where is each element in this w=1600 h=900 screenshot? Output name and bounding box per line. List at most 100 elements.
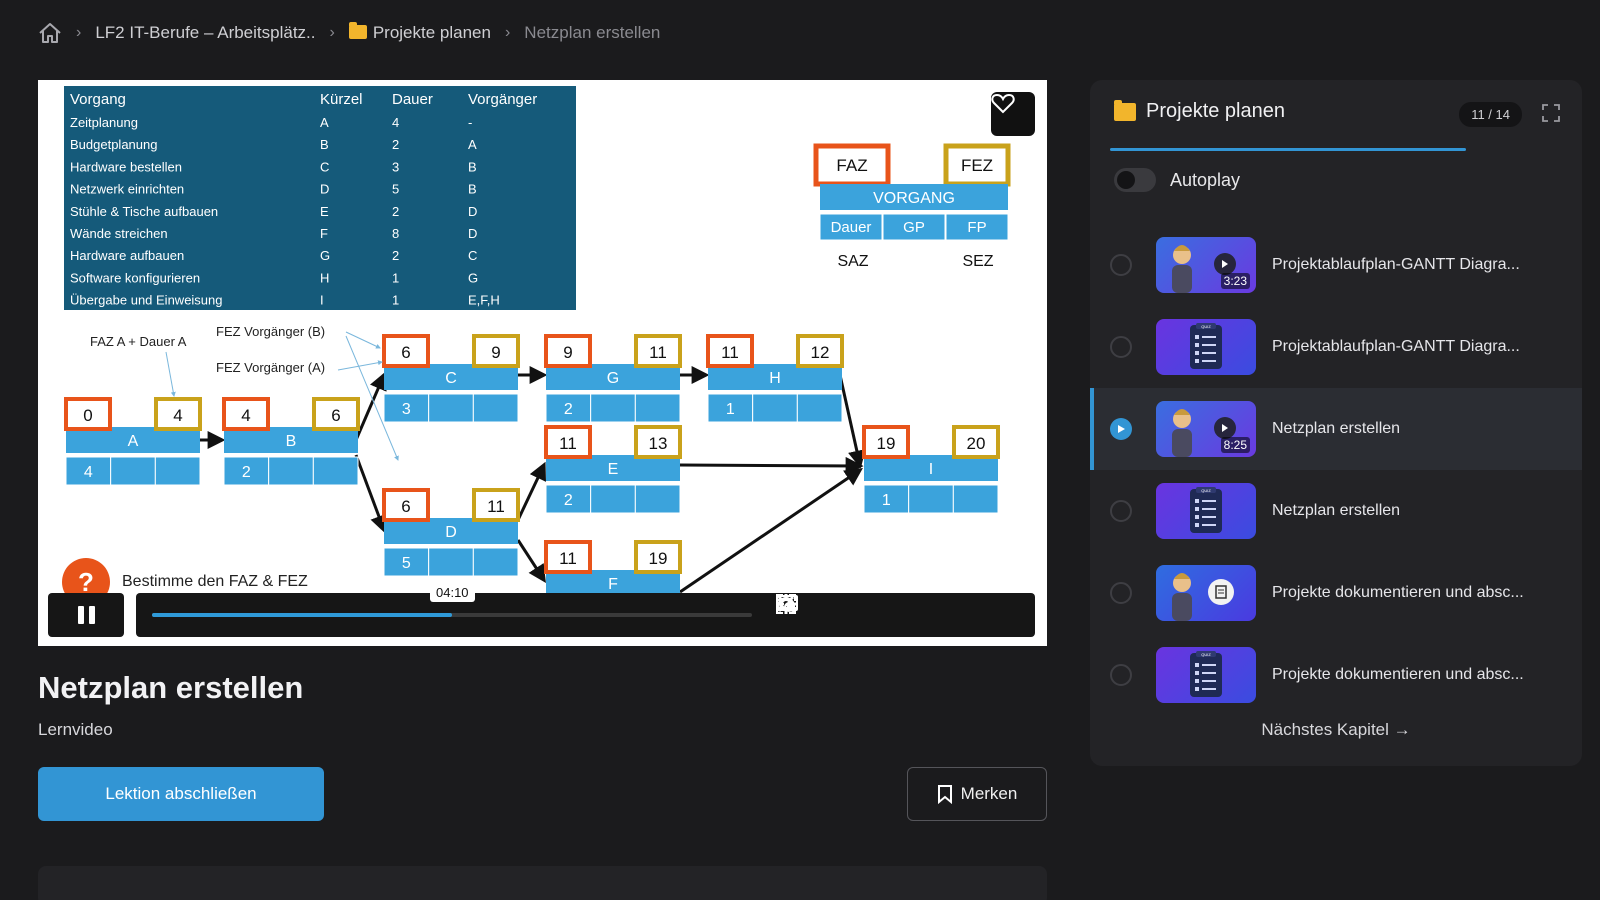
table-cell: D — [468, 204, 477, 219]
autoplay-toggle[interactable] — [1114, 168, 1156, 192]
seek-bar[interactable]: 04:10 — [152, 583, 752, 617]
node-H-fez: 12 — [811, 343, 830, 362]
quiz-thumbnail: QUIZ — [1156, 319, 1256, 375]
node-D-cell — [428, 547, 474, 577]
heart-icon — [991, 93, 1015, 114]
playback-speed-icon[interactable] — [777, 597, 911, 626]
table-cell: 1 — [392, 270, 399, 285]
node-E-dauer: 2 — [564, 492, 573, 509]
status-circle-icon — [1110, 582, 1132, 604]
video-thumbnail: 8:25 — [1156, 401, 1256, 457]
breadcrumb-chapter-label: Projekte planen — [372, 23, 491, 42]
lesson-title: Netzplan erstellen — [38, 670, 304, 705]
video-thumbnail: 3:23 — [1156, 237, 1256, 293]
current-play-icon — [1110, 418, 1132, 440]
lesson-item-label: Netzplan erstellen — [1272, 502, 1401, 519]
lesson-item[interactable]: 8:25 Netzplan erstellen — [1090, 388, 1582, 470]
complete-lesson-button[interactable]: Lektion abschließen — [38, 767, 324, 821]
picture-in-picture-icon[interactable] — [776, 595, 987, 626]
folder-icon — [348, 22, 367, 39]
edge-D-E — [516, 461, 546, 521]
breadcrumb-item-chapter[interactable]: Projekte planen — [348, 22, 491, 43]
pause-button[interactable] — [48, 593, 124, 637]
duration-badge: 8:25 — [1220, 437, 1250, 453]
table-cell: Netzwerk einrichten — [70, 182, 184, 197]
node-H-faz: 11 — [721, 343, 739, 362]
annotation-pointer — [165, 351, 176, 397]
home-icon[interactable] — [38, 22, 62, 44]
bookmark-button[interactable]: Merken — [907, 767, 1047, 821]
fullscreen-icon[interactable] — [776, 594, 1025, 626]
node-A-cell — [110, 456, 156, 486]
lesson-list: 3:23 Projektablaufplan-GANTT Diagra... QUI… — [1090, 224, 1582, 716]
captions-icon[interactable]: CC — [776, 595, 835, 626]
lesson-item[interactable]: QUIZ Projektablaufplan-GANTT Diagra... — [1090, 306, 1582, 388]
annotation-fez-b: FEZ Vorgänger (B) — [216, 324, 325, 339]
transcript-search-icon[interactable] — [778, 595, 949, 626]
table-cell: Hardware bestellen — [70, 159, 182, 174]
table-cell: E — [320, 204, 329, 219]
legend-fp: FP — [967, 219, 986, 236]
breadcrumb-item-course[interactable]: LF2 IT-Berufe – Arbeitsplätz.. — [95, 23, 315, 43]
table-cell: Wände streichen — [70, 226, 168, 241]
node-D-cell — [472, 547, 519, 577]
node-H-label: H — [769, 370, 781, 387]
chevron-right-icon: › — [504, 24, 511, 41]
node-H-cell — [752, 393, 798, 423]
node-B-faz: 4 — [241, 406, 250, 425]
expand-icon[interactable] — [1542, 104, 1560, 127]
table-cell: I — [320, 293, 324, 308]
lesson-item[interactable]: 3:23 Projektablaufplan-GANTT Diagra... — [1090, 224, 1582, 306]
node-D-dauer: 5 — [402, 555, 411, 572]
table-cell: D — [468, 226, 477, 241]
edge-E-I — [679, 456, 864, 475]
time-tooltip: 04:10 — [430, 583, 475, 602]
quiz-thumbnail: QUIZ — [1156, 647, 1256, 703]
status-circle-icon — [1110, 254, 1132, 276]
table-cell: A — [320, 115, 329, 130]
legend-dauer: Dauer — [831, 219, 872, 236]
duration-badge: 3:23 — [1220, 273, 1250, 289]
document-thumbnail — [1156, 565, 1256, 621]
node-A-faz: 0 — [83, 406, 92, 425]
table-cell: Stühle & Tische aufbauen — [70, 204, 218, 219]
autoplay-label: Autoplay — [1170, 169, 1241, 190]
lesson-item[interactable]: QUIZ Projekte dokumentieren und absc... — [1090, 634, 1582, 716]
node-C-label: C — [445, 370, 457, 387]
svg-text:QUIZ: QUIZ — [1201, 488, 1211, 493]
favorite-button[interactable] — [991, 92, 1035, 136]
table-cell: Zeitplanung — [70, 115, 138, 130]
node-D-fez: 11 — [487, 497, 505, 516]
lesson-item[interactable]: QUIZ Netzplan erstellen — [1090, 470, 1582, 552]
table-cell: Software konfigurieren — [70, 270, 200, 285]
table-cell: 2 — [392, 248, 399, 263]
lesson-item-label: Projektablaufplan-GANTT Diagra... — [1272, 338, 1520, 355]
node-B-label: B — [286, 433, 297, 450]
video-player[interactable]: Vorgang Kürzel Dauer Vorgänger Zeitplanung A 4… — [38, 80, 1047, 646]
panel-title: Projekte planen — [1146, 100, 1285, 122]
node-E-fez: 13 — [649, 434, 668, 453]
table-cell: G — [320, 248, 330, 263]
task-text: Bestimme den FAZ & FEZ — [122, 573, 308, 590]
document-icon — [1208, 579, 1234, 605]
lesson-item[interactable]: Projekte dokumentieren und absc... — [1090, 552, 1582, 634]
panel-progress-line — [1110, 148, 1466, 151]
quiz-icon: QUIZ — [1190, 651, 1222, 697]
table-cell: 2 — [392, 204, 399, 219]
annotation-faz: FAZ A + Dauer A — [90, 334, 187, 349]
table-header: Vorgänger — [468, 91, 537, 108]
node-E-cell — [634, 484, 681, 514]
node-G-faz: 9 — [563, 343, 572, 362]
node-I-fez: 20 — [967, 434, 986, 453]
node-I-label: I — [929, 461, 933, 478]
lesson-counter: 11 / 14 — [1459, 102, 1522, 127]
node-E-label: E — [608, 461, 619, 478]
node-I-cell — [952, 484, 999, 514]
player-controls: 04:10 CC — [48, 583, 1035, 637]
legend-vorgang: VORGANG — [873, 190, 955, 207]
settings-gear-icon[interactable] — [776, 594, 873, 626]
edge-D-F — [516, 539, 546, 584]
legend-sez: SEZ — [962, 253, 993, 270]
next-chapter-link[interactable]: Nächstes Kapitel → — [1090, 720, 1582, 740]
node-D-faz: 6 — [401, 497, 410, 516]
